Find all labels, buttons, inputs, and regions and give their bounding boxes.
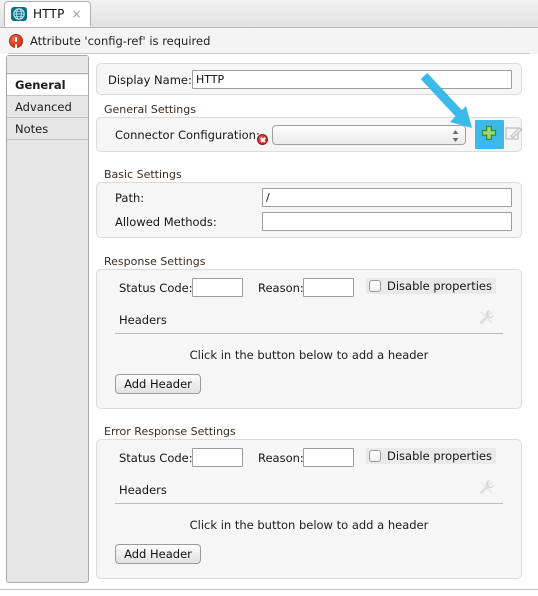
error-reason-input[interactable]	[303, 448, 354, 467]
wrench-disabled-icon[interactable]	[478, 479, 495, 496]
add-header-button-label: Add Header	[124, 547, 192, 561]
tab-bar: HTTP ×	[0, 0, 538, 28]
error-message: Attribute 'config-ref' is required	[30, 34, 211, 48]
disable-properties-label: Disable properties	[387, 279, 492, 293]
display-name-input[interactable]	[192, 70, 512, 89]
headers-divider	[115, 333, 503, 334]
path-label: Path:	[115, 191, 145, 205]
add-header-button[interactable]: Add Header	[115, 374, 201, 394]
allowed-methods-label: Allowed Methods:	[115, 215, 217, 229]
globe-icon	[11, 7, 27, 21]
reason-input[interactable]	[303, 278, 354, 297]
error-headers-divider	[115, 503, 503, 504]
error-response-settings-panel: Status Code: Reason: Disable properties …	[96, 439, 522, 579]
close-icon[interactable]: ×	[72, 8, 82, 20]
error-headers-hint: Click in the button below to add a heade…	[189, 518, 429, 532]
error-banner: Attribute 'config-ref' is required	[0, 28, 538, 54]
checkbox-box-icon	[369, 280, 381, 292]
sidebar-item-general[interactable]: General	[7, 75, 88, 96]
allowed-methods-input[interactable]	[262, 212, 512, 231]
settings-content: Display Name: General Settings Connector…	[92, 55, 532, 583]
error-headers-label: Headers	[119, 483, 167, 497]
error-status-code-label: Status Code:	[119, 451, 193, 465]
error-banner-divider	[8, 53, 530, 54]
general-settings-panel: Connector Configuration:	[96, 117, 523, 152]
error-response-settings-title: Error Response Settings	[104, 425, 236, 438]
error-reason-label: Reason:	[258, 451, 304, 465]
required-error-icon	[257, 134, 268, 145]
connector-configuration-select[interactable]	[272, 125, 466, 145]
error-add-header-button[interactable]: Add Header	[115, 544, 201, 564]
general-settings-title: General Settings	[104, 103, 196, 116]
connector-configuration-label: Connector Configuration:	[115, 128, 260, 142]
status-code-label: Status Code:	[119, 281, 193, 295]
display-name-label: Display Name:	[108, 73, 192, 87]
error-status-code-input[interactable]	[192, 448, 243, 467]
display-name-panel: Display Name:	[96, 63, 522, 95]
error-disable-properties-label: Disable properties	[387, 449, 492, 463]
checkbox-box-icon	[369, 450, 381, 462]
sidebar-tabs: General Advanced Notes	[6, 55, 89, 583]
response-settings-panel: Status Code: Reason: Disable properties …	[96, 269, 522, 409]
error-disable-properties-checkbox[interactable]: Disable properties	[366, 448, 496, 464]
wrench-disabled-icon[interactable]	[478, 309, 495, 326]
basic-settings-title: Basic Settings	[104, 168, 182, 181]
basic-settings-panel: Path: Allowed Methods:	[96, 182, 522, 238]
edit-pencil-button[interactable]	[505, 126, 523, 142]
sidebar-top-cap	[7, 56, 88, 74]
reason-label: Reason:	[258, 281, 304, 295]
status-code-input[interactable]	[192, 278, 243, 297]
sidebar-item-advanced[interactable]: Advanced	[7, 97, 88, 118]
headers-hint: Click in the button below to add a heade…	[189, 348, 429, 362]
editor-body: General Advanced Notes Display Name: Gen…	[0, 55, 538, 585]
response-settings-title: Response Settings	[104, 255, 206, 268]
add-green-plus-button[interactable]	[480, 125, 498, 143]
sidebar-item-label: Advanced	[15, 100, 72, 114]
chevron-updown-icon	[452, 130, 459, 142]
tab-label: HTTP	[33, 7, 65, 21]
add-header-button-label: Add Header	[124, 377, 192, 391]
sidebar-item-notes[interactable]: Notes	[7, 119, 88, 140]
disable-properties-checkbox[interactable]: Disable properties	[366, 278, 496, 294]
window-bottom-divider	[0, 589, 538, 590]
error-exclamation-icon	[9, 34, 23, 48]
path-input[interactable]	[262, 188, 512, 207]
tab-http[interactable]: HTTP ×	[4, 1, 91, 27]
sidebar-item-label: Notes	[15, 122, 49, 136]
sidebar-item-label: General	[15, 78, 66, 92]
headers-label: Headers	[119, 313, 167, 327]
